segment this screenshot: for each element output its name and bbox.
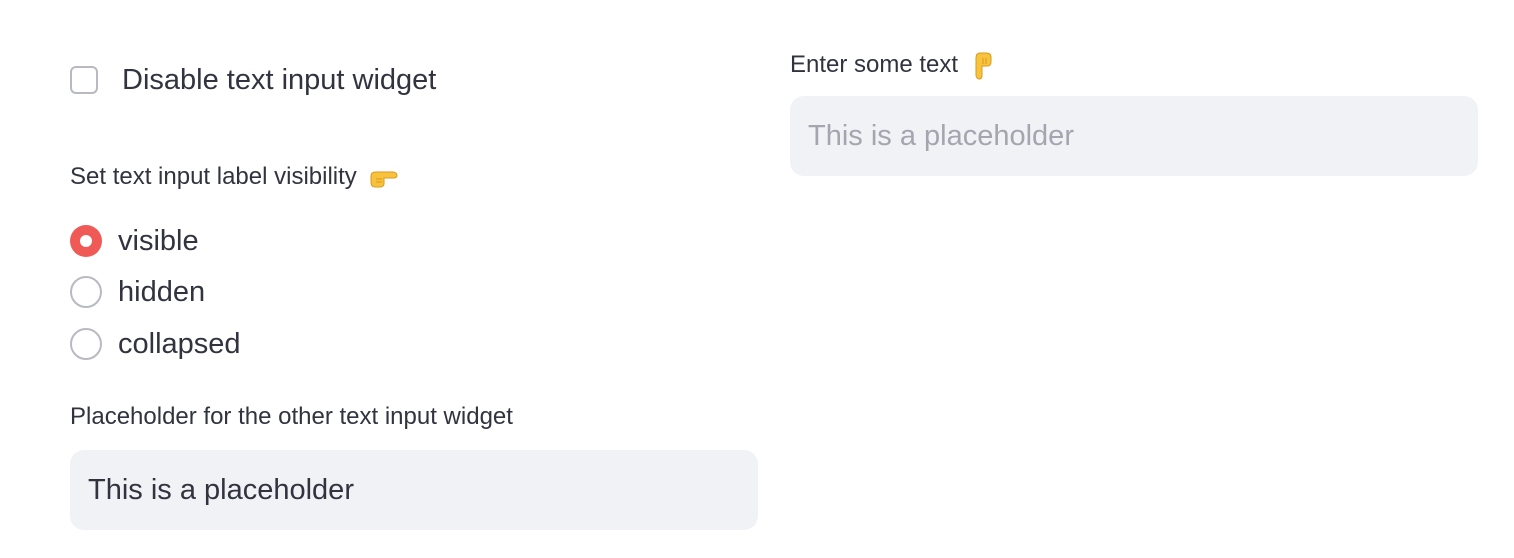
enter-text-label: Enter some text (790, 48, 993, 83)
radio-option-label: collapsed (118, 327, 241, 360)
radio-button[interactable] (70, 327, 102, 360)
label-visibility-radio-group: visible hidden collapsed (70, 215, 241, 370)
radio-option-visible[interactable]: visible (70, 215, 241, 267)
radio-option-label: hidden (118, 276, 206, 309)
pointing-right-hand-icon (369, 161, 399, 195)
enter-text-label-text: Enter some text (790, 51, 959, 78)
radio-option-label: visible (118, 224, 199, 257)
enter-text-input[interactable] (790, 96, 1478, 176)
disable-text-input-checkbox[interactable]: Disable text input widget (70, 60, 436, 100)
radio-button-selected[interactable] (70, 224, 102, 257)
checkbox-box[interactable] (70, 66, 98, 94)
radio-group-label-text: Set text input label visibility (70, 163, 357, 190)
radio-button[interactable] (70, 276, 102, 309)
label-visibility-radio-label: Set text input label visibility (70, 160, 399, 195)
checkbox-label: Disable text input widget (122, 64, 437, 96)
radio-option-hidden[interactable]: hidden (70, 267, 241, 319)
pointing-down-hand-icon (971, 49, 993, 83)
placeholder-text-input[interactable] (70, 450, 758, 530)
placeholder-field-label: Placeholder for the other text input wid… (70, 403, 513, 430)
radio-option-collapsed[interactable]: collapsed (70, 318, 241, 370)
